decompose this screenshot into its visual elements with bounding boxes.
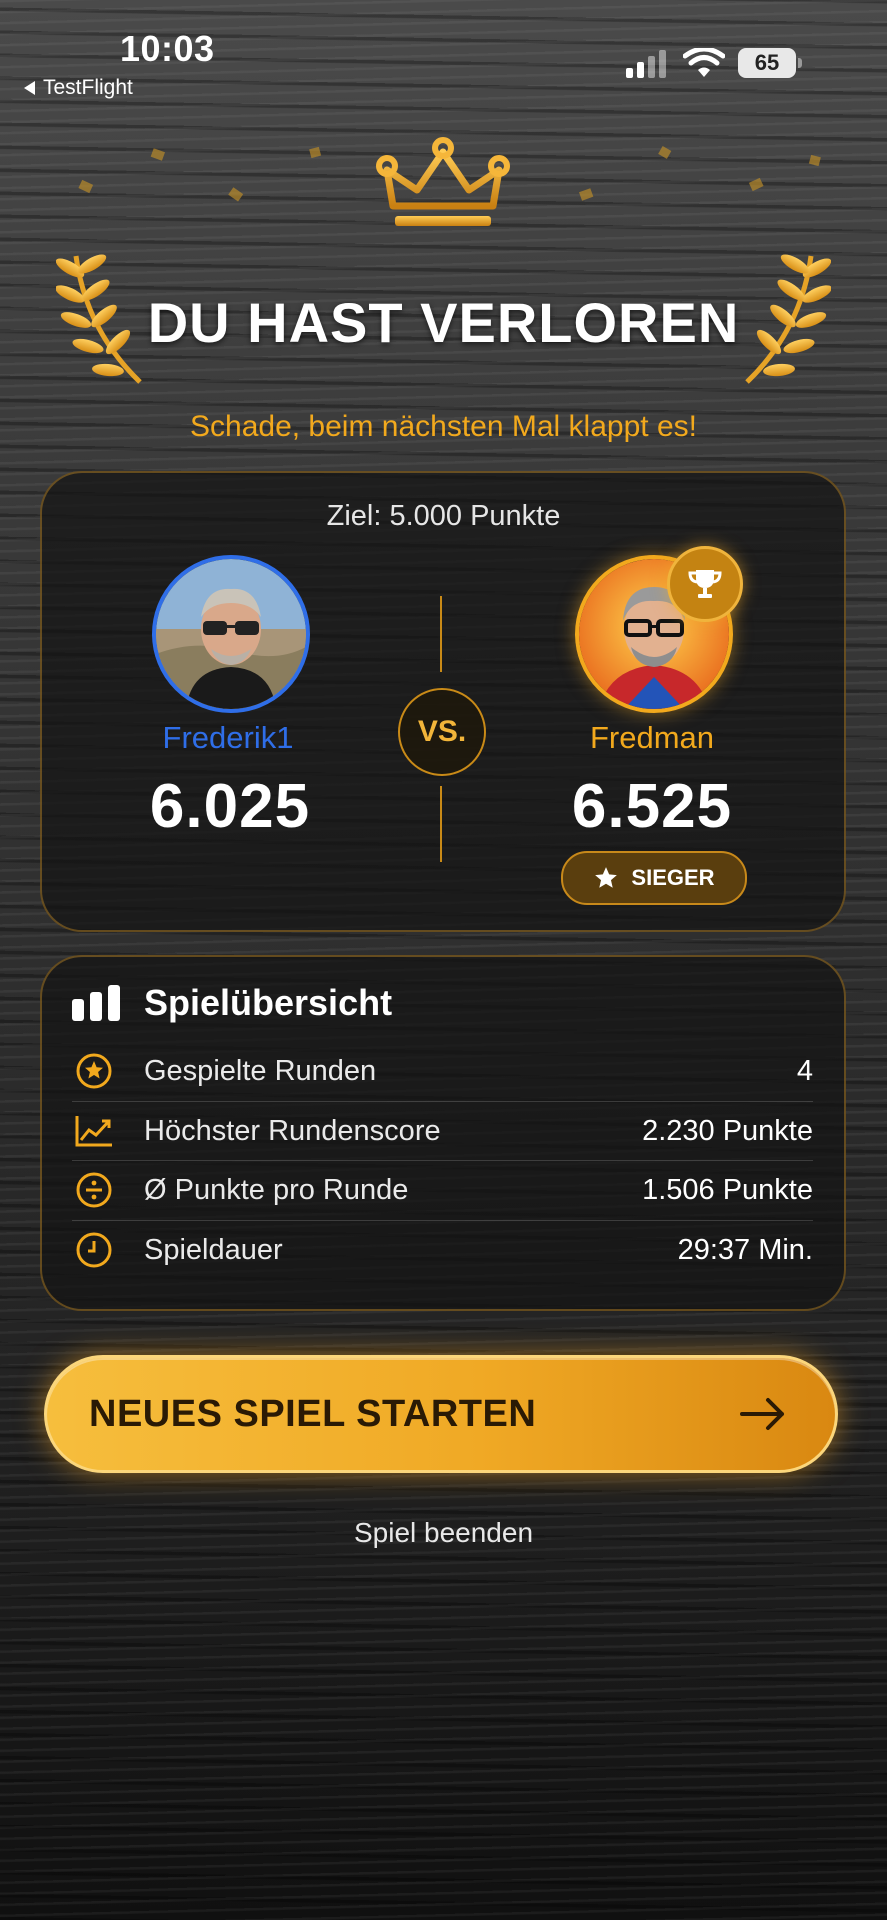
arrow-right-icon	[740, 1398, 784, 1430]
summary-row-label: Ø Punkte pro Runde	[144, 1173, 409, 1206]
back-to-app-link[interactable]: TestFlight	[24, 76, 133, 100]
star-icon	[595, 867, 618, 888]
battery-indicator: 65	[738, 48, 802, 78]
summary-row-label: Gespielte Runden	[144, 1054, 377, 1087]
new-game-button-label: NEUES SPIEL STARTEN	[89, 1392, 537, 1435]
summary-row: Gespielte Runden 4	[72, 1041, 813, 1101]
player2-name: Fredman	[589, 720, 715, 755]
star-circle-icon	[72, 1049, 116, 1093]
clock-icon	[72, 1228, 116, 1272]
winner-trophy-icon	[667, 546, 743, 622]
wifi-icon	[683, 48, 725, 77]
back-app-label: TestFlight	[43, 76, 133, 99]
winner-badge-label: SIEGER	[631, 865, 715, 890]
vs-badge: VS.	[398, 688, 486, 776]
status-time: 10:03	[120, 28, 215, 69]
summary-row: Höchster Rundenscore 2.230 Punkte	[72, 1101, 813, 1161]
summary-row-label: Spieldauer	[144, 1233, 283, 1266]
summary-row: Spieldauer 29:37 Min.	[72, 1220, 813, 1280]
result-title: DU HAST VERLOREN	[147, 291, 740, 354]
back-arrow-icon	[24, 81, 35, 95]
divider-top	[440, 596, 442, 672]
divider-bottom	[440, 786, 442, 862]
player1-name: Frederik1	[162, 720, 294, 755]
summary-row-value: 1.506 Punkte	[642, 1173, 813, 1206]
summary-row-value: 2.230 Punkte	[642, 1114, 813, 1147]
summary-header: Spielübersicht	[72, 982, 392, 1024]
summary-row-value: 4	[796, 1054, 813, 1087]
trend-chart-icon	[72, 1109, 116, 1153]
winner-badge: SIEGER	[561, 851, 747, 905]
result-subtitle: Schade, beim nächsten Mal klappt es!	[190, 410, 697, 443]
player1-avatar[interactable]	[152, 555, 310, 713]
bar-chart-icon	[72, 985, 120, 1021]
end-game-link[interactable]: Spiel beenden	[0, 1517, 887, 1549]
player1-score: 6.025	[149, 772, 311, 841]
summary-row-label: Höchster Rundenscore	[144, 1114, 441, 1147]
cellular-signal-icon	[626, 48, 666, 78]
goal-label: Ziel: 5.000 Punkte	[326, 500, 561, 532]
summary-row-value: 29:37 Min.	[677, 1233, 813, 1266]
player2-score: 6.525	[571, 772, 733, 841]
new-game-button[interactable]: NEUES SPIEL STARTEN	[44, 1355, 838, 1473]
divide-icon	[72, 1168, 116, 1212]
summary-title: Spielübersicht	[144, 982, 393, 1023]
crown-icon	[376, 137, 510, 226]
summary-row: Ø Punkte pro Runde 1.506 Punkte	[72, 1160, 813, 1220]
